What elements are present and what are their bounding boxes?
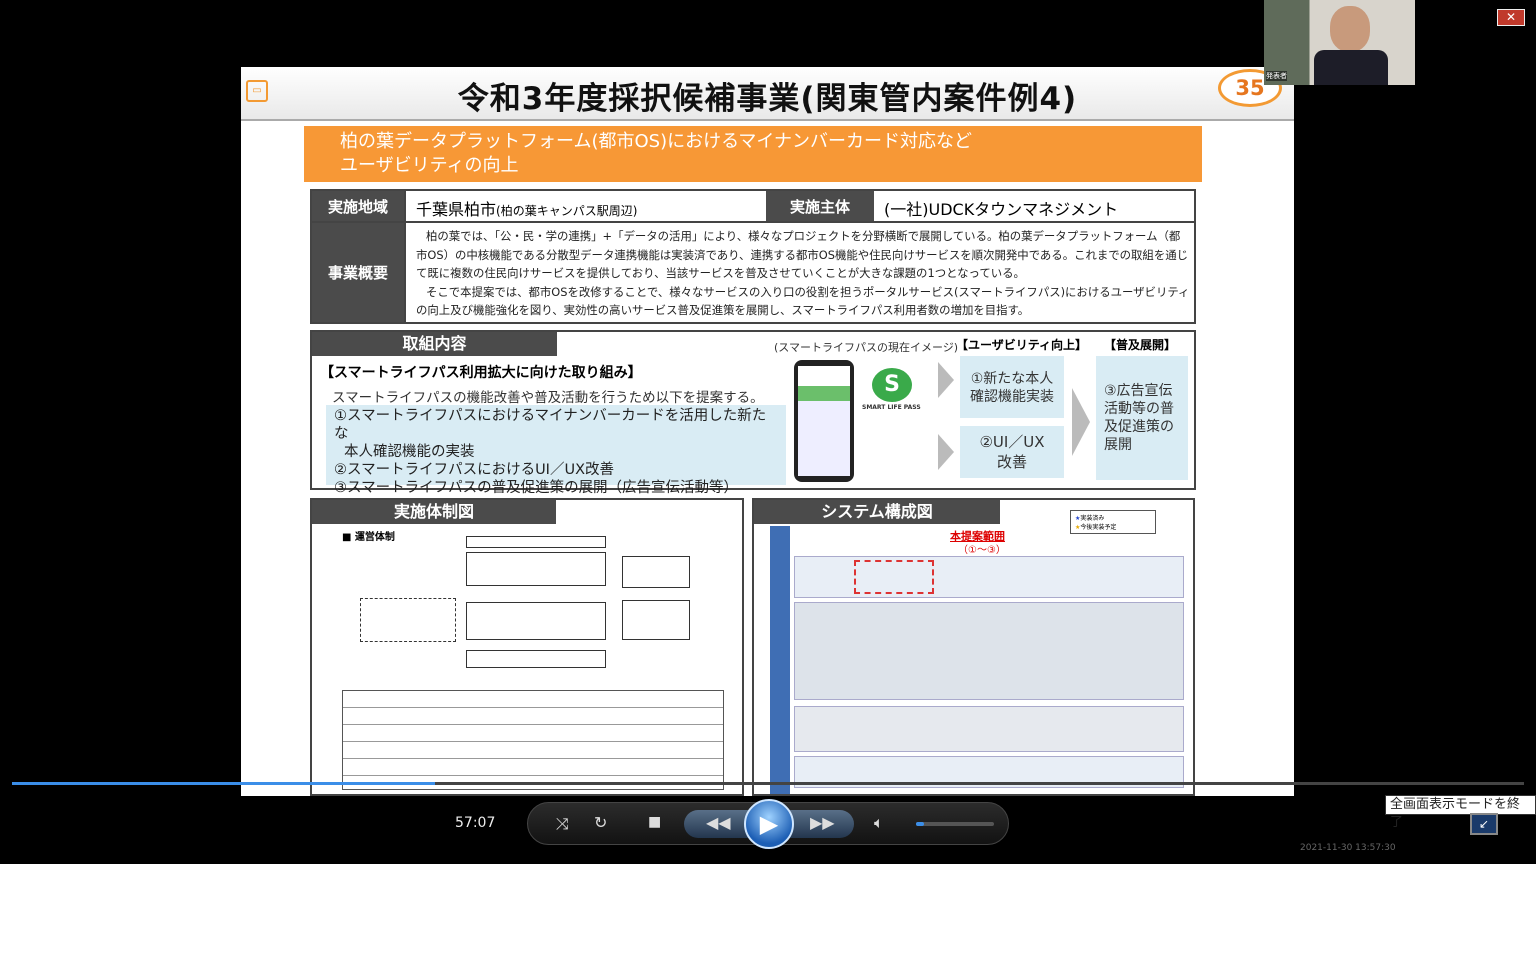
summary-label: 事業概要 bbox=[312, 223, 404, 322]
legend: ★実装済み ★今後実装予定 bbox=[1070, 510, 1156, 534]
item1b: 本人確認機能の実装 bbox=[344, 444, 475, 460]
overview-table: 実施地域 千葉県柏市(柏の葉キャンパス駅周辺) 実施主体 (一社)UDCKタウン… bbox=[310, 189, 1196, 324]
slide-title: 令和3年度採択候補事業(関東管内案件例4) bbox=[457, 81, 1078, 117]
volume-slider[interactable] bbox=[916, 822, 994, 826]
presenter-video: 発表者 bbox=[1264, 0, 1415, 85]
usability-header: 【ユーザビリティ向上】 bbox=[956, 338, 1088, 352]
volume-icon[interactable]: 🔈︎ bbox=[874, 813, 884, 833]
fukyu-box: ③広告宣伝活動等の普及促進策の展開 bbox=[1096, 356, 1188, 480]
time-display: 57:07 bbox=[455, 815, 496, 831]
layer-labels bbox=[770, 526, 790, 794]
org-box bbox=[622, 600, 690, 640]
slide-header: ▭ 令和3年度採択候補事業(関東管内案件例4) 35 bbox=[241, 67, 1294, 121]
arrow-icon bbox=[938, 434, 954, 470]
structure-table bbox=[342, 690, 724, 790]
usability-box2: ②UI／UX 改善 bbox=[960, 426, 1064, 478]
initiative-intro: スマートライフパスの機能改善や普及活動を行うため以下を提案する。 bbox=[332, 390, 764, 406]
area-value: 千葉県柏市(柏の葉キャンパス駅周辺) bbox=[416, 196, 766, 220]
seek-bar[interactable] bbox=[12, 782, 1524, 785]
area-value-main: 千葉県柏市 bbox=[416, 200, 497, 219]
arrow-icon bbox=[938, 362, 954, 398]
item1a: ①スマートライフパスにおけるマイナンバーカードを活用した新たな bbox=[334, 408, 767, 442]
previous-button[interactable]: ◀◀ bbox=[706, 813, 731, 832]
summary-p2: そこで本提案では、都市OSを改修することで、様々なサービスの入り口の役割を担うポ… bbox=[416, 284, 1190, 318]
phone-image bbox=[794, 360, 854, 482]
presenter-body bbox=[1314, 50, 1388, 85]
close-icon[interactable]: ✕ bbox=[1497, 9, 1525, 26]
structure-sub: ■ 運営体制 bbox=[342, 532, 395, 543]
area-value-sub: (柏の葉キャンパス駅周辺) bbox=[496, 204, 638, 218]
org-box bbox=[466, 650, 606, 668]
item2: ②スマートライフパスにおけるUI／UX改善 bbox=[334, 462, 614, 478]
big-arrow-icon bbox=[1072, 388, 1090, 456]
os-layer bbox=[794, 602, 1184, 700]
seek-bar-fill bbox=[12, 782, 436, 785]
org-box bbox=[466, 552, 606, 586]
initiative-heading: 【スマートライフパス利用拡大に向けた取り組み】 bbox=[320, 365, 642, 381]
box2-line2: 改善 bbox=[996, 453, 1027, 471]
summary-text: 柏の葉では、「公・民・学の連携」+「データの活用」により、様々なプロジェクトを分… bbox=[416, 227, 1190, 320]
structure-panel: 実施体制図 ■ 運営体制 bbox=[310, 498, 744, 796]
org-value: (一社)UDCKタウンマネジメント bbox=[884, 200, 1119, 219]
legend-planned: 今後実装予定 bbox=[1080, 524, 1117, 531]
next-button[interactable]: ▶▶ bbox=[810, 813, 835, 832]
exit-fullscreen-icon[interactable]: ↙ bbox=[1470, 813, 1498, 835]
box2-line1: ②UI／UX bbox=[979, 433, 1045, 451]
image-caption: (スマートライフパスの現在イメージ) bbox=[774, 341, 959, 354]
item3: ③スマートライフパスの普及促進策の展開（広告宣伝活動等） bbox=[334, 480, 739, 496]
legend-implemented: 実装済み bbox=[1080, 515, 1105, 522]
banner-line1: 柏の葉データプラットフォーム(都市OS)におけるマイナンバーカード対応など bbox=[340, 131, 973, 152]
play-button[interactable]: ▶ bbox=[744, 799, 794, 849]
usability-box1: ①新たな本人確認機能実装 bbox=[960, 356, 1064, 418]
timestamp: 2021-11-30 13:57:30 bbox=[1300, 843, 1396, 853]
org-box bbox=[622, 556, 690, 588]
shuffle-icon[interactable]: ⤨ bbox=[556, 814, 569, 834]
system-red-range: （①～③） bbox=[958, 545, 1006, 556]
org-box bbox=[466, 602, 606, 640]
initiative-list: ①スマートライフパスにおけるマイナンバーカードを活用した新たな 本人確認機能の実… bbox=[326, 405, 786, 496]
presenter-face bbox=[1330, 6, 1370, 52]
logo-text: SMART LIFE PASS bbox=[862, 404, 921, 411]
initiative-section: 取組内容 【スマートライフパス利用拡大に向けた取り組み】 スマートライフパスの機… bbox=[310, 330, 1196, 496]
org-box bbox=[466, 536, 606, 548]
area-label: 実施地域 bbox=[312, 191, 404, 221]
data-layer bbox=[794, 706, 1184, 752]
org-label: 実施主体 bbox=[766, 191, 874, 221]
stop-button[interactable]: ■ bbox=[648, 814, 661, 830]
presenter-label: 発表者 bbox=[1266, 71, 1287, 81]
service-layer bbox=[794, 556, 1184, 598]
proposal-range bbox=[854, 560, 934, 594]
summary-p1: 柏の葉では、「公・民・学の連携」+「データの活用」により、様々なプロジェクトを分… bbox=[416, 229, 1188, 280]
banner-line2: ユーザビリティの向上 bbox=[340, 155, 519, 176]
repeat-icon[interactable]: ↻ bbox=[594, 813, 607, 832]
system-panel: システム構成図 本提案範囲 （①～③） ★実装済み ★今後実装予定 bbox=[752, 498, 1195, 796]
initiative-tab: 取組内容 bbox=[312, 332, 557, 356]
playback-controls: ⤨ ↻ ■ ◀◀ ▶ ▶▶ 🔈︎ bbox=[527, 799, 1009, 849]
structure-tab: 実施体制図 bbox=[312, 500, 556, 524]
video-player: ▭ 令和3年度採択候補事業(関東管内案件例4) 35 柏の葉データプラットフォー… bbox=[0, 0, 1536, 864]
volume-fill bbox=[916, 822, 924, 826]
slide: ▭ 令和3年度採択候補事業(関東管内案件例4) 35 柏の葉データプラットフォー… bbox=[241, 67, 1294, 796]
org-box bbox=[360, 598, 456, 642]
smart-life-pass-logo-icon: S bbox=[872, 368, 912, 402]
system-tab: システム構成図 bbox=[754, 500, 1000, 524]
exit-fullscreen-tooltip: 全画面表示モードを終了 bbox=[1385, 795, 1536, 830]
project-banner: 柏の葉データプラットフォーム(都市OS)におけるマイナンバーカード対応など ユー… bbox=[304, 126, 1202, 182]
fukyu-header: 【普及展開】 bbox=[1104, 338, 1177, 352]
